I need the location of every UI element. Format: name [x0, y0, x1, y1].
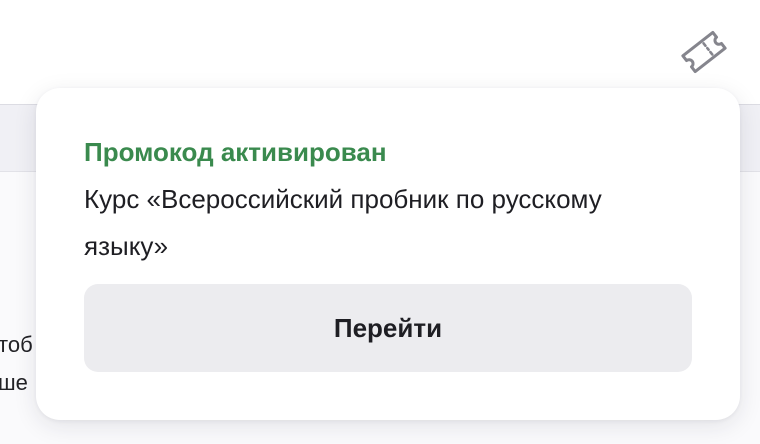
course-description: Курс «Всероссийский пробник по русскому … — [84, 184, 602, 261]
page-text-fragment: ше — [0, 370, 28, 395]
promo-popup: Промокод активирован Курс «Всероссийский… — [36, 88, 740, 420]
ticket-icon[interactable] — [678, 30, 730, 74]
popup-title: Промокод активирован — [84, 137, 387, 167]
page-text-fragment: тоб — [0, 332, 33, 357]
go-button[interactable]: Перейти — [84, 284, 692, 372]
